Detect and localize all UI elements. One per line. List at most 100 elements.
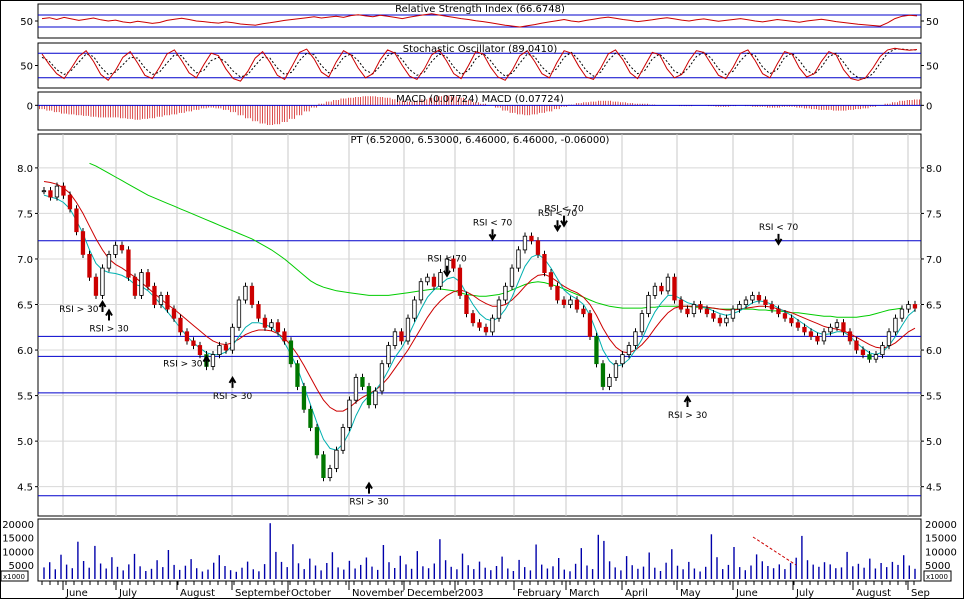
rsi-signal-arrow-up — [228, 375, 237, 388]
price-candle-body — [373, 390, 378, 406]
price-candle-body — [80, 231, 86, 255]
price-candle-body — [399, 331, 404, 342]
price-candle-body — [665, 276, 671, 292]
price-candle-body — [321, 454, 326, 478]
price-candle-body — [184, 331, 190, 342]
x-axis-month-label: May — [680, 588, 701, 599]
price-ytick-right: 8.0 — [926, 164, 942, 175]
price-candle-body — [54, 185, 60, 198]
price-candle-body — [490, 317, 495, 333]
rsi-signal-label: RSI > 30 — [349, 498, 389, 508]
price-candle-body — [158, 294, 164, 305]
rsi-title: Relative Strength Index (66.6748) — [395, 4, 565, 15]
price-candle-body — [724, 317, 729, 324]
price-ytick-left: 6.0 — [17, 346, 33, 357]
price-candle-body — [477, 322, 482, 328]
price-candle-body — [496, 299, 502, 319]
price-candle-body — [795, 322, 801, 328]
stochastic-ytick-left: 50 — [20, 62, 33, 73]
price-candle-body — [808, 331, 814, 337]
volume-ytick-left: 15000 — [2, 534, 34, 545]
price-candle-body — [236, 299, 242, 328]
price-candle-body — [503, 285, 508, 301]
price-candle-body — [529, 235, 534, 242]
price-candle-body — [587, 313, 593, 337]
price-candle-body — [93, 276, 99, 296]
x-axis-month-label: Sep — [911, 588, 930, 599]
price-candle-body — [100, 267, 105, 296]
price-candle-body — [165, 294, 170, 310]
price-candle-body — [743, 299, 749, 305]
price-ytick-left: 4.5 — [17, 483, 33, 494]
price-candle-body — [457, 267, 463, 296]
x-axis-month-label: July — [118, 588, 137, 599]
price-candle-body — [360, 376, 365, 387]
stochastic-ytick-right: 50 — [926, 62, 939, 73]
price-candle-body — [698, 304, 703, 310]
volume-ytick-right: 20000 — [925, 520, 957, 531]
price-candle-body — [854, 340, 859, 351]
price-candle-body — [815, 335, 820, 342]
price-ytick-right: 7.5 — [926, 209, 942, 220]
price-candle-body — [405, 317, 411, 342]
price-candle-body — [880, 345, 885, 356]
price-candle-body — [906, 304, 911, 310]
rsi-signal-arrow-down — [488, 229, 497, 242]
x-axis-month-label: August — [856, 588, 891, 599]
price-candle-body — [769, 304, 775, 310]
price-ytick-right: 5.5 — [926, 392, 942, 403]
price-candle-body — [678, 299, 684, 310]
price-candle-body — [353, 376, 359, 401]
price-candle-body — [438, 272, 443, 287]
macd-title: MACD (0.07724) MACD (0.07724) — [396, 94, 564, 105]
volume-ytick-right: 10000 — [925, 547, 957, 558]
price-candle-body — [314, 427, 320, 456]
price-candle-body — [789, 317, 794, 324]
rsi-signal-arrow-up — [105, 308, 113, 321]
price-candle-body — [639, 313, 645, 333]
rsi-signal-label: RSI > 30 — [89, 325, 129, 335]
x-axis-month-label: 2003 — [458, 588, 483, 599]
macd-ytick-left: 0 — [27, 101, 33, 112]
price-candle-body — [568, 299, 573, 305]
price-candle-body — [327, 468, 333, 479]
price-candle-body — [542, 253, 547, 273]
price-candle-body — [132, 276, 138, 296]
price-candle-body — [74, 208, 79, 233]
price-candle-body — [522, 235, 528, 251]
price-candle-body — [730, 308, 736, 319]
price-title: PT (6.52000, 6.53000, 6.46000, 6.46000, … — [351, 135, 610, 146]
price-candle-body — [704, 308, 710, 315]
price-candle-body — [685, 308, 690, 315]
price-candle-body — [41, 190, 47, 193]
price-candle-body — [126, 249, 131, 278]
price-candle-body — [470, 313, 476, 324]
price-candle-body — [366, 386, 372, 406]
price-candle-body — [171, 308, 177, 319]
price-candle-body — [301, 386, 307, 410]
x-axis-month-label: September — [235, 588, 291, 599]
price-candle-body — [555, 285, 560, 301]
price-candle-body — [776, 308, 781, 315]
rsi-signal-label: RSI > 30 — [668, 411, 708, 421]
price-candle-body — [613, 363, 619, 378]
price-candle-body — [860, 349, 866, 355]
rsi-signal-arrow-down — [553, 220, 562, 233]
price-candle-body — [347, 399, 352, 428]
price-candle-body — [912, 304, 918, 309]
price-candle-body — [581, 308, 586, 315]
macd-ytick-right: 0 — [926, 101, 932, 112]
price-candle-body — [262, 317, 268, 328]
price-candle-body — [425, 276, 430, 283]
price-ytick-right: 5.0 — [926, 437, 942, 448]
price-candle-body — [308, 408, 313, 428]
rsi-signal-label: RSI < 70 — [544, 205, 584, 215]
price-candle-body — [535, 240, 541, 255]
price-candle-body — [223, 345, 229, 351]
price-candle-body — [119, 244, 125, 251]
x-axis-month-label: August — [180, 588, 215, 599]
volume-ytick-right: 15000 — [925, 534, 957, 545]
price-candle-body — [295, 363, 300, 387]
price-ytick-left: 5.0 — [17, 437, 33, 448]
price-candle-body — [412, 299, 417, 319]
